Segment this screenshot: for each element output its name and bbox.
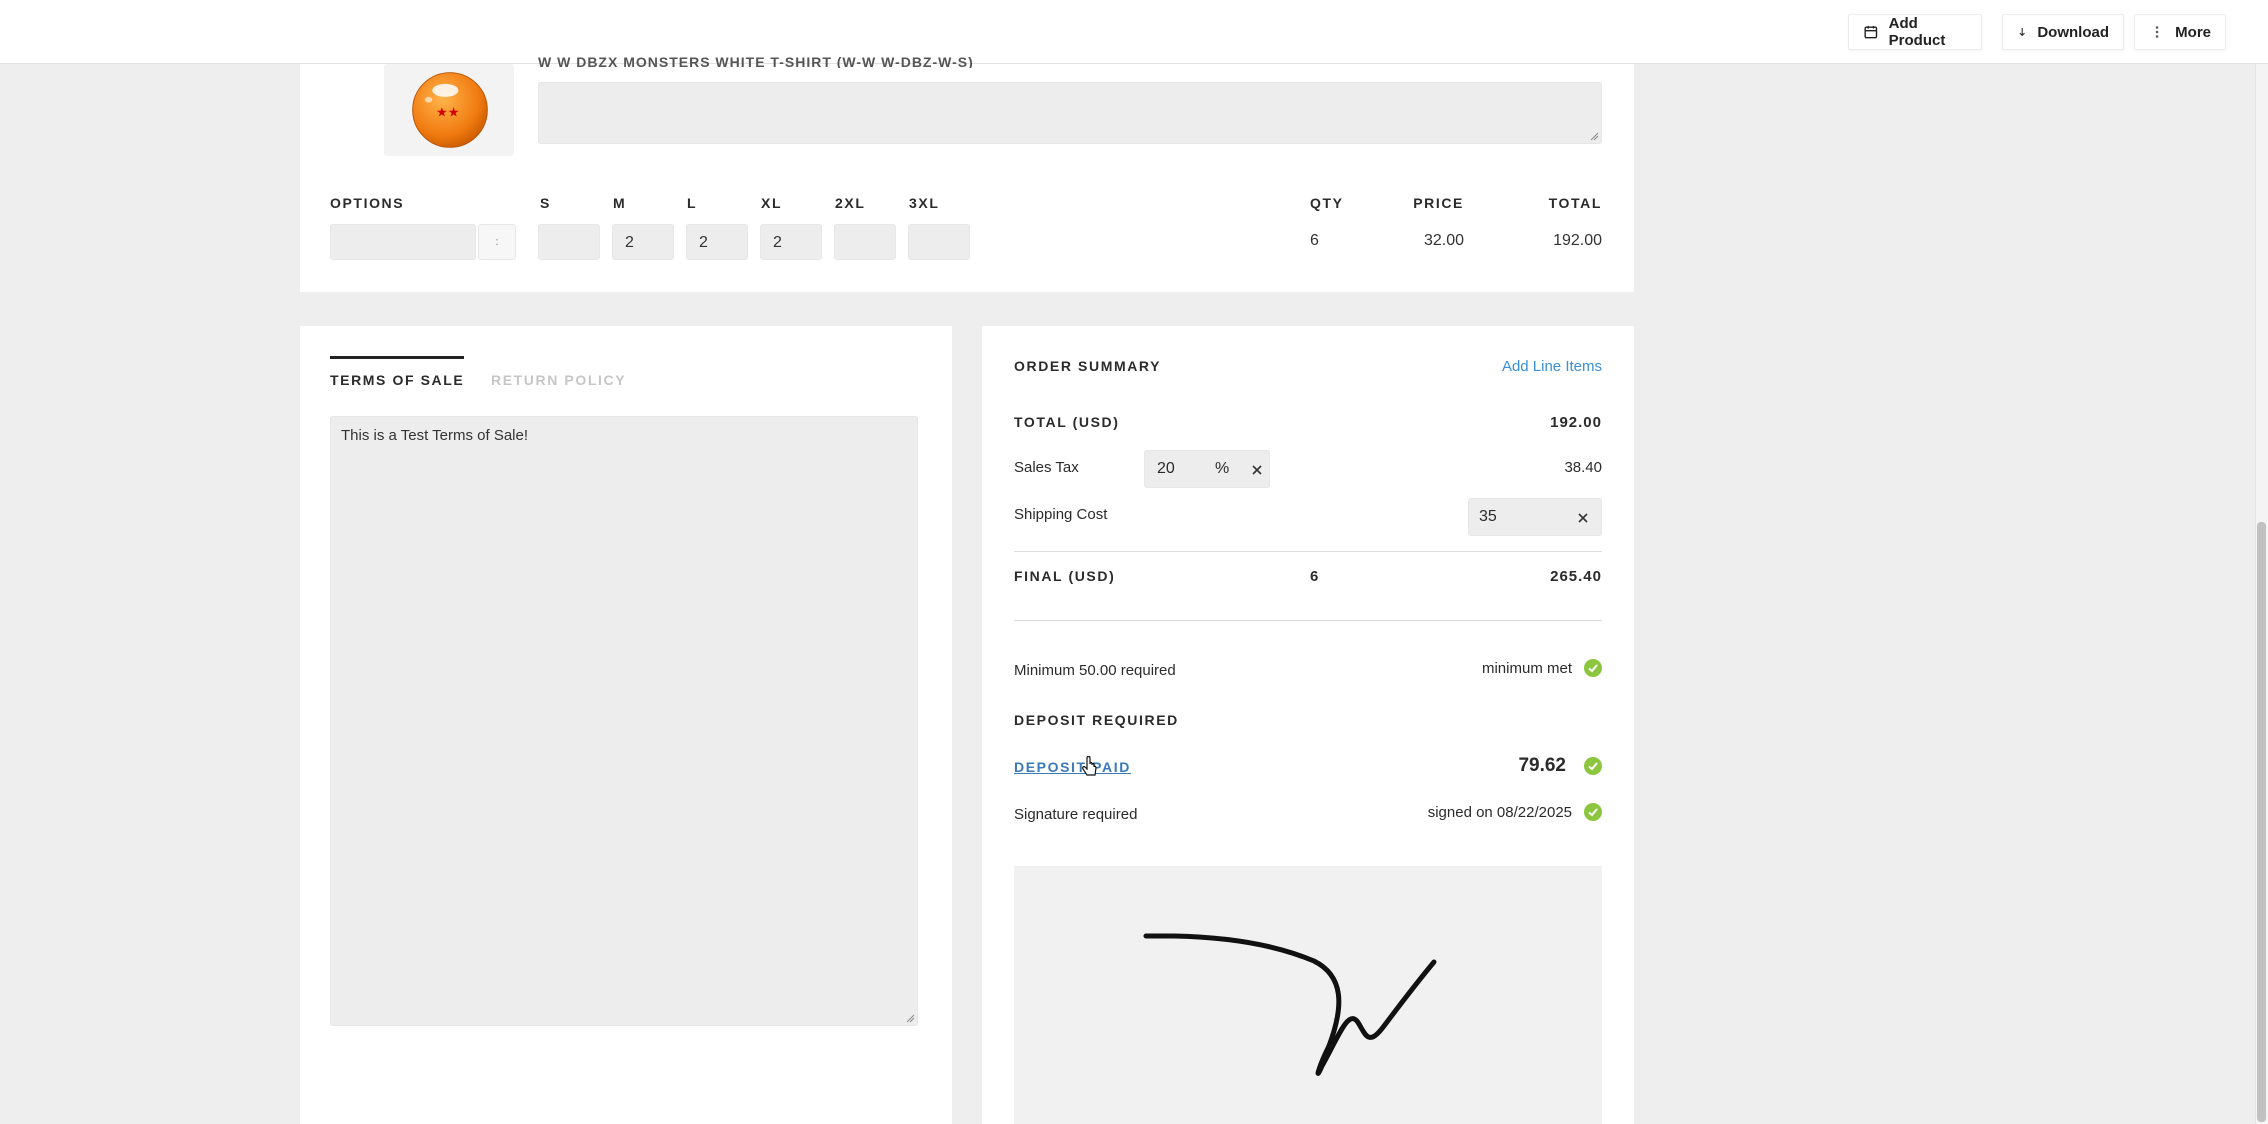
final-usd-value: 265.40	[1550, 568, 1602, 585]
terms-text: This is a Test Terms of Sale!	[341, 427, 529, 444]
final-qty: 6	[1310, 568, 1319, 585]
product-title: W W DBZX MONSTERS WHITE T-SHIRT (W-W W-D…	[538, 54, 974, 68]
hand-pointer-cursor-icon	[1082, 756, 1097, 776]
signature-status-text: signed on 08/22/2025	[1427, 803, 1572, 821]
size-input-xl[interactable]: 2	[760, 224, 822, 260]
product-notes-textarea[interactable]	[538, 82, 1602, 144]
signature-pad[interactable]	[1014, 866, 1602, 1124]
terms-card: TERMS OF SALE RETURN POLICY This is a Te…	[300, 326, 952, 1124]
size-header-3xl: 3XL	[909, 195, 940, 211]
percent-unit: %	[1215, 460, 1230, 477]
size-input-s[interactable]	[538, 224, 600, 260]
qty-header: QTY	[1310, 195, 1344, 211]
size-input-2xl[interactable]	[834, 224, 896, 260]
dragon-ball-image: ★★	[412, 72, 488, 148]
tab-return-label: RETURN POLICY	[491, 372, 627, 388]
signature-drawing	[1143, 933, 1437, 1076]
minimum-status: minimum met	[1482, 659, 1602, 677]
more-label: More	[2175, 23, 2211, 41]
divider	[1014, 620, 1602, 621]
vertical-dots-icon	[2155, 26, 2159, 38]
tab-return-policy[interactable]: RETURN POLICY	[491, 372, 626, 388]
product-thumbnail[interactable]: ★★	[384, 64, 514, 156]
line-total: 192.00	[1553, 232, 1602, 249]
svg-text:★★: ★★	[436, 106, 459, 121]
check-circle-icon	[1584, 659, 1602, 677]
resize-grip-icon	[906, 1014, 915, 1023]
more-button[interactable]: More	[2134, 14, 2226, 50]
active-tab-indicator	[330, 356, 464, 359]
line-qty: 6	[1310, 232, 1319, 249]
download-button[interactable]: Download	[2002, 14, 2124, 50]
scrollbar-thumb[interactable]	[2257, 522, 2266, 1122]
shipping-cost-value: 35	[1479, 508, 1497, 525]
download-arrow-icon	[2019, 27, 2025, 37]
size-input-l[interactable]: 2	[686, 224, 748, 260]
deposit-status: 79.62	[1518, 755, 1602, 777]
line-price: 32.00	[1423, 232, 1464, 249]
sales-tax-value: 38.40	[1564, 459, 1602, 476]
add-line-items-link[interactable]: Add Line Items	[1502, 358, 1602, 375]
check-circle-icon	[1584, 757, 1602, 775]
product-line-card: W W DBZX MONSTERS WHITE T-SHIRT (W-W W-D…	[300, 54, 1634, 292]
sales-tax-rate: 20	[1157, 460, 1175, 477]
minimum-label: Minimum 50.00 required	[1014, 662, 1176, 679]
size-header-xl: XL	[761, 195, 783, 211]
size-input-m[interactable]: 2	[612, 224, 674, 260]
add-product-label: Add Product	[1888, 15, 1946, 49]
terms-textarea[interactable]: This is a Test Terms of Sale!	[330, 416, 918, 1026]
clear-tax-icon[interactable]	[1251, 464, 1263, 476]
download-label: Download	[2037, 23, 2109, 41]
shipping-cost-label: Shipping Cost	[1014, 506, 1108, 523]
size-header-2xl: 2XL	[835, 195, 866, 211]
options-header: OPTIONS	[330, 195, 405, 211]
size-input-3xl[interactable]	[908, 224, 970, 260]
divider	[1014, 551, 1602, 552]
deposit-value: 79.62	[1518, 755, 1566, 776]
sales-tax-input[interactable]: 20 %	[1144, 450, 1270, 488]
minimum-status-text: minimum met	[1481, 659, 1572, 677]
deposit-paid-link[interactable]: DEPOSIT PAID	[1014, 759, 1131, 775]
price-header: PRICE	[1413, 195, 1464, 211]
order-summary-heading: ORDER SUMMARY	[1014, 358, 1162, 374]
size-header-s: S	[540, 195, 551, 211]
signature-label: Signature required	[1014, 806, 1138, 823]
total-usd-label: TOTAL (USD)	[1014, 414, 1120, 430]
total-header: TOTAL	[1548, 195, 1602, 211]
resize-grip-icon	[1590, 132, 1599, 141]
check-circle-icon	[1584, 803, 1602, 821]
deposit-required-heading: DEPOSIT REQUIRED	[1014, 712, 1179, 728]
size-header-l: L	[687, 195, 698, 211]
chevron-updown-icon	[496, 239, 498, 245]
size-header-m: M	[613, 195, 627, 211]
total-usd-value: 192.00	[1550, 414, 1602, 431]
tab-terms-label: TERMS OF SALE	[330, 372, 465, 388]
tab-terms-of-sale[interactable]: TERMS OF SALE	[330, 356, 464, 388]
options-dropdown-toggle[interactable]	[478, 224, 516, 260]
clear-shipping-icon[interactable]	[1577, 512, 1589, 524]
signature-status: signed on 08/22/2025	[1428, 803, 1602, 821]
order-summary-card: ORDER SUMMARY Add Line Items TOTAL (USD)…	[982, 326, 1634, 1124]
shipping-cost-input[interactable]: 35	[1468, 498, 1602, 536]
final-usd-label: FINAL (USD)	[1014, 568, 1116, 584]
options-select[interactable]	[330, 224, 476, 260]
calendar-plus-icon	[1864, 25, 1878, 39]
sales-tax-label: Sales Tax	[1014, 459, 1079, 476]
add-product-button[interactable]: Add Product	[1848, 14, 1982, 50]
